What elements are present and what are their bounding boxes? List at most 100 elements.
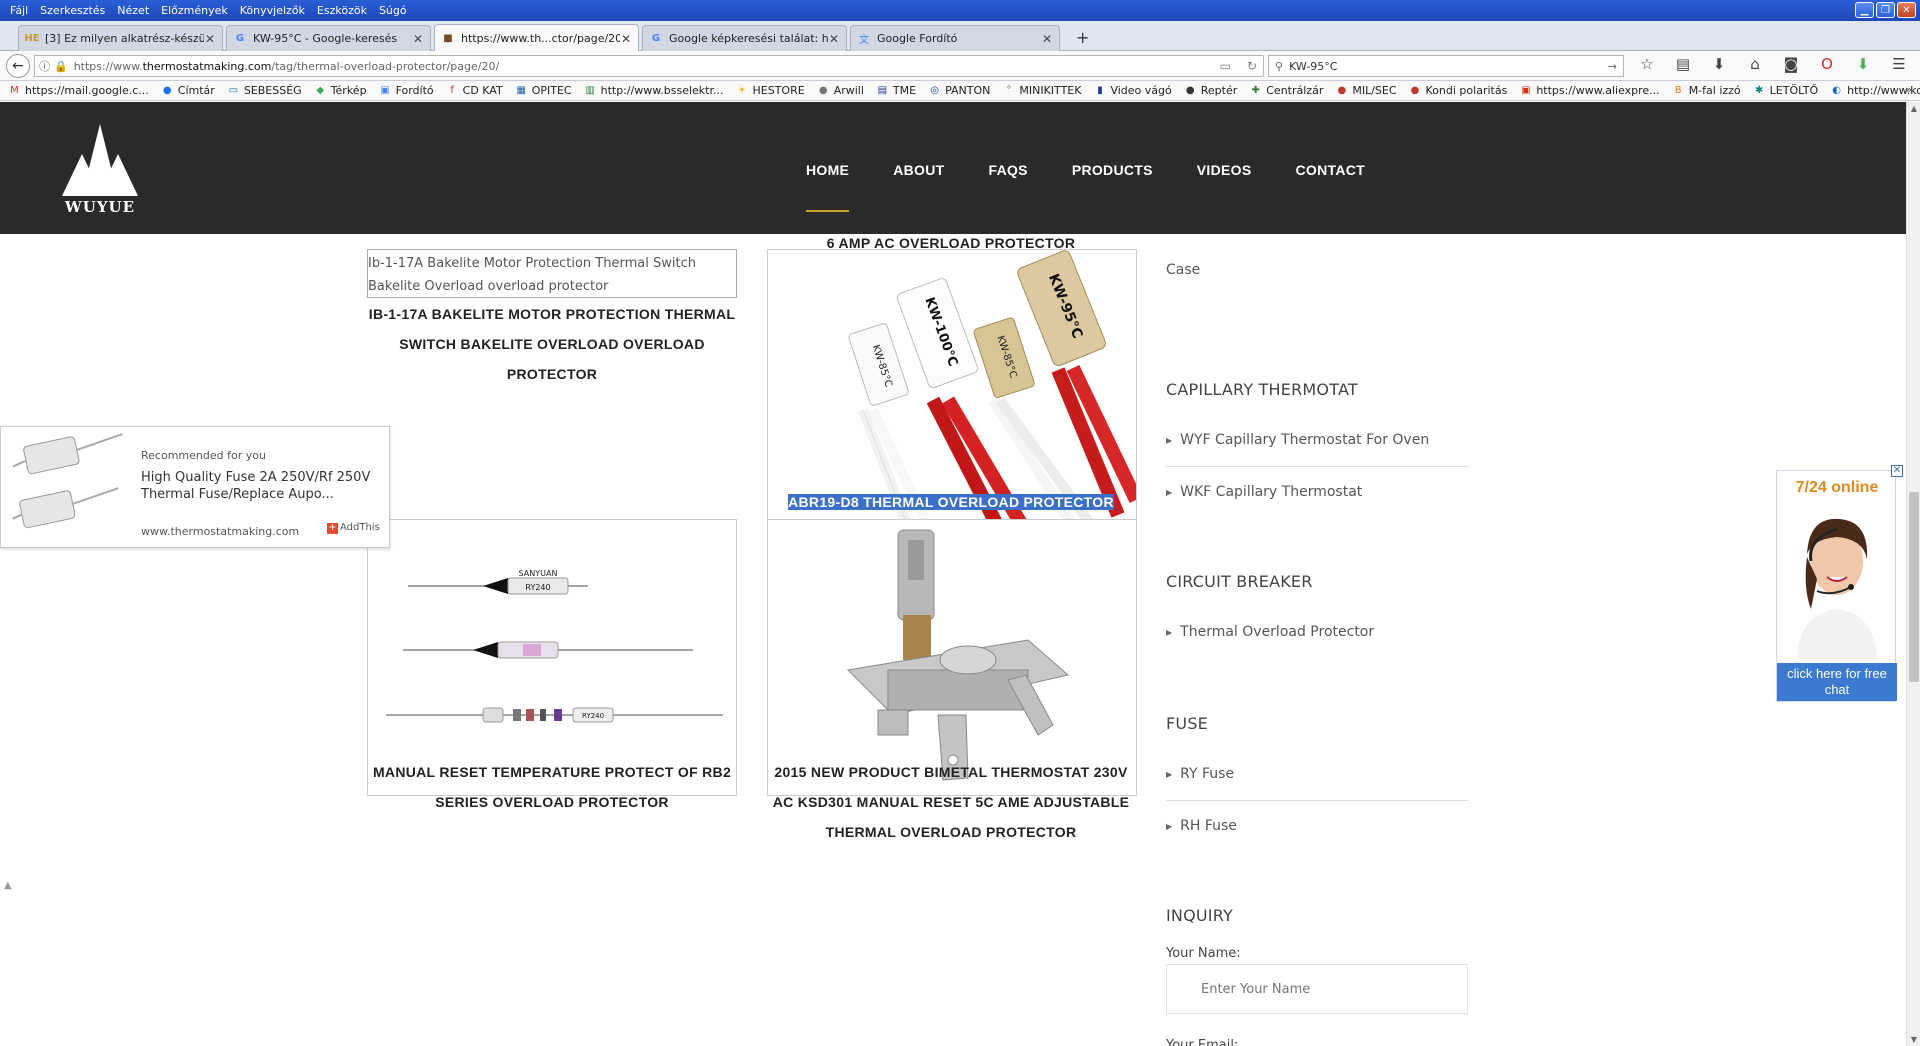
bookmark-item[interactable]: ✚ Centrálzár (1249, 84, 1324, 97)
tab-2[interactable]: G KW-95°C - Google-keresés ✕ (226, 25, 431, 51)
reader-view-icon[interactable]: ▭ (1220, 59, 1231, 73)
address-bar[interactable]: ⓘ 🔒 https://www.thermostatmaking.com/tag… (34, 55, 1264, 77)
product-image-thermal-fuse[interactable]: SANYUAN RY240 RY240 (367, 519, 737, 796)
nav-videos[interactable]: VIDEOS (1197, 162, 1252, 178)
bookmarks-overflow-icon[interactable]: » (1905, 83, 1912, 96)
tab-4[interactable]: G Google képkeresési találat: ht... ✕ (642, 25, 847, 51)
page-scrollbar[interactable]: ▲ ▼ (1906, 102, 1920, 1046)
product-title-ib-1-17a[interactable]: IB-1-17A BAKELITE MOTOR PROTECTION THERM… (366, 299, 738, 389)
tab-3-active[interactable]: ■ https://www.th...ctor/page/20/ ✕ (434, 24, 639, 52)
pocket-icon[interactable]: ◙ (1780, 55, 1802, 73)
logo-text[interactable]: WUYUE (60, 198, 140, 216)
url-domain: thermostatmaking.com (142, 59, 272, 73)
addthis-recommendation[interactable]: Recommended for you High Quality Fuse 2A… (0, 426, 390, 548)
sidebar-item-ry-fuse[interactable]: ▶ RY Fuse (1166, 766, 1468, 782)
green-download-icon[interactable]: ⬇ (1852, 55, 1874, 73)
product-image-kw-thermal-switch[interactable]: KW-85°C KW-100°C KW-85°C KW-95°C (767, 249, 1137, 526)
bookmark-item[interactable]: B M-fal izzó (1672, 84, 1741, 97)
restore-icon[interactable]: ❐ (1876, 2, 1895, 18)
close-window-icon[interactable]: ✕ (1897, 2, 1916, 18)
bookmark-item[interactable]: ▦ OPITEC (515, 84, 571, 97)
bookmark-item[interactable]: ▥ http://www.bsselektr... (584, 84, 723, 97)
home-icon[interactable]: ⌂ (1744, 55, 1766, 73)
your-name-input[interactable] (1166, 964, 1468, 1014)
scroll-up-icon[interactable]: ▲ (1907, 104, 1920, 113)
download-icon[interactable]: ⬇ (1708, 55, 1730, 73)
product-title-2015-bimetal[interactable]: 2015 NEW PRODUCT BIMETAL THERMOSTAT 230V… (766, 757, 1136, 847)
menu-edit[interactable]: Szerkesztés (36, 4, 113, 17)
search-bar[interactable]: ⚲ KW-95°C → (1268, 55, 1624, 77)
bookmark-favicon-icon: ▣ (1521, 85, 1531, 96)
bookmark-item[interactable]: ◆ Térkép (314, 84, 366, 97)
bookmark-item[interactable]: ● Kondi polaritás (1409, 84, 1508, 97)
bookmarks-list-icon[interactable]: ▤ (1672, 55, 1694, 73)
product-image-bimetal-thermostat[interactable] (767, 519, 1137, 796)
reload-icon[interactable]: ↻ (1247, 59, 1257, 73)
nav-products[interactable]: PRODUCTS (1072, 162, 1153, 178)
bookmark-favicon-icon: B (1674, 85, 1682, 96)
product-image-alt-text[interactable]: Ib-1-17A Bakelite Motor Protection Therm… (367, 249, 737, 298)
product-title-abr19-d8[interactable]: ABR19-D8 THERMAL OVERLOAD PROTECTOR (766, 487, 1136, 517)
search-input[interactable]: KW-95°C (1289, 60, 1337, 73)
tab-close-icon[interactable]: ✕ (828, 32, 840, 46)
tab-close-icon[interactable]: ✕ (1041, 32, 1053, 46)
tab-label: [3] Ez milyen alkatrész-készül... (45, 32, 204, 45)
menu-file[interactable]: Fájl (6, 4, 36, 17)
bookmark-item[interactable]: ✱ LETÖLTŐ (1753, 84, 1818, 97)
bookmark-item[interactable]: ▤ TME (876, 84, 916, 97)
bookmark-label: Címtár (177, 84, 215, 97)
bookmark-item[interactable]: ° MINIKITTEK (1002, 84, 1081, 97)
nav-faqs[interactable]: FAQS (988, 162, 1027, 178)
product-title-manual-reset-rb2[interactable]: MANUAL RESET TEMPERATURE PROTECT OF RB2 … (366, 757, 738, 817)
bookmark-favicon-icon: ▤ (877, 85, 888, 96)
nav-home[interactable]: HOME (806, 162, 850, 212)
menu-help[interactable]: Súgó (375, 4, 415, 17)
navigation-toolbar: ← ⓘ 🔒 https://www.thermostatmaking.com/t… (0, 51, 1920, 81)
bookmark-item[interactable]: Mhttps://mail.google.c... (8, 84, 149, 97)
opera-icon[interactable]: O (1816, 55, 1838, 73)
bookmark-item[interactable]: ● Arwill (817, 84, 864, 97)
menu-history[interactable]: Előzmények (157, 4, 236, 17)
hamburger-menu-icon[interactable]: ☰ (1888, 55, 1910, 73)
tab-close-icon[interactable]: ✕ (204, 32, 216, 46)
recommended-title[interactable]: High Quality Fuse 2A 250V/Rf 250V Therma… (141, 469, 381, 503)
new-tab-icon[interactable]: + (1076, 28, 1089, 47)
sidebar-item-rh-fuse[interactable]: ▶ RH Fuse (1166, 818, 1468, 834)
bookmark-item[interactable]: ● MIL/SEC (1335, 84, 1396, 97)
bookmark-item[interactable]: ▣ Fordító (379, 84, 433, 97)
bookmark-item[interactable]: ▭ SEBESSÉG (227, 84, 302, 97)
sidebar-item-wkf[interactable]: ▶ WKF Capillary Thermostat (1166, 484, 1468, 500)
free-chat-button[interactable]: click here for free chat (1777, 663, 1897, 701)
bookmark-favicon-icon: M (10, 85, 19, 96)
scroll-down-icon[interactable]: ▼ (1907, 1035, 1920, 1044)
sidebar-item-wyf[interactable]: ▶ WYF Capillary Thermostat For Oven (1166, 432, 1468, 448)
bookmark-item[interactable]: ▮ Video vágó (1093, 84, 1172, 97)
search-go-icon[interactable]: → (1608, 60, 1617, 73)
bookmark-item[interactable]: f CD KAT (446, 84, 502, 97)
tab-5[interactable]: 文 Google Fordító ✕ (850, 25, 1060, 51)
scrollbar-thumb[interactable] (1909, 492, 1919, 682)
scroll-up-arrow-icon[interactable]: ▲ (4, 880, 12, 891)
bookmark-favicon-icon: ◆ (316, 85, 325, 96)
chat-close-icon[interactable]: ✕ (1891, 465, 1903, 477)
menu-tools[interactable]: Eszközök (313, 4, 375, 17)
bookmark-label: MINIKITTEK (1019, 84, 1082, 97)
live-chat-widget[interactable]: ✕ 7/24 online click here for free chat (1776, 465, 1903, 702)
tab-close-icon[interactable]: ✕ (412, 32, 424, 46)
minimize-icon[interactable]: ▁ (1855, 2, 1874, 18)
sidebar-item-thermal-overload[interactable]: ▶ Thermal Overload Protector (1166, 624, 1468, 640)
back-icon[interactable]: ← (6, 54, 30, 78)
bookmark-star-icon[interactable]: ☆ (1636, 55, 1658, 73)
bookmark-item[interactable]: ▣ https://www.aliexpre... (1519, 84, 1660, 97)
nav-about[interactable]: ABOUT (893, 162, 944, 178)
menu-bookmarks[interactable]: Könyvjelzők (236, 4, 313, 17)
tab-close-icon[interactable]: ✕ (620, 32, 632, 46)
tab-1[interactable]: HE [3] Ez milyen alkatrész-készül... ✕ (18, 25, 223, 51)
bookmark-item[interactable]: ☀ HESTORE (736, 84, 805, 97)
menu-view[interactable]: Nézet (113, 4, 157, 17)
bookmark-item[interactable]: ◎ PANTON (928, 84, 990, 97)
bookmark-item[interactable]: ● Címtár (161, 84, 215, 97)
bookmark-item[interactable]: ● Reptér (1184, 84, 1237, 97)
nav-contact[interactable]: CONTACT (1296, 162, 1366, 178)
info-icon[interactable]: ⓘ (39, 58, 50, 74)
